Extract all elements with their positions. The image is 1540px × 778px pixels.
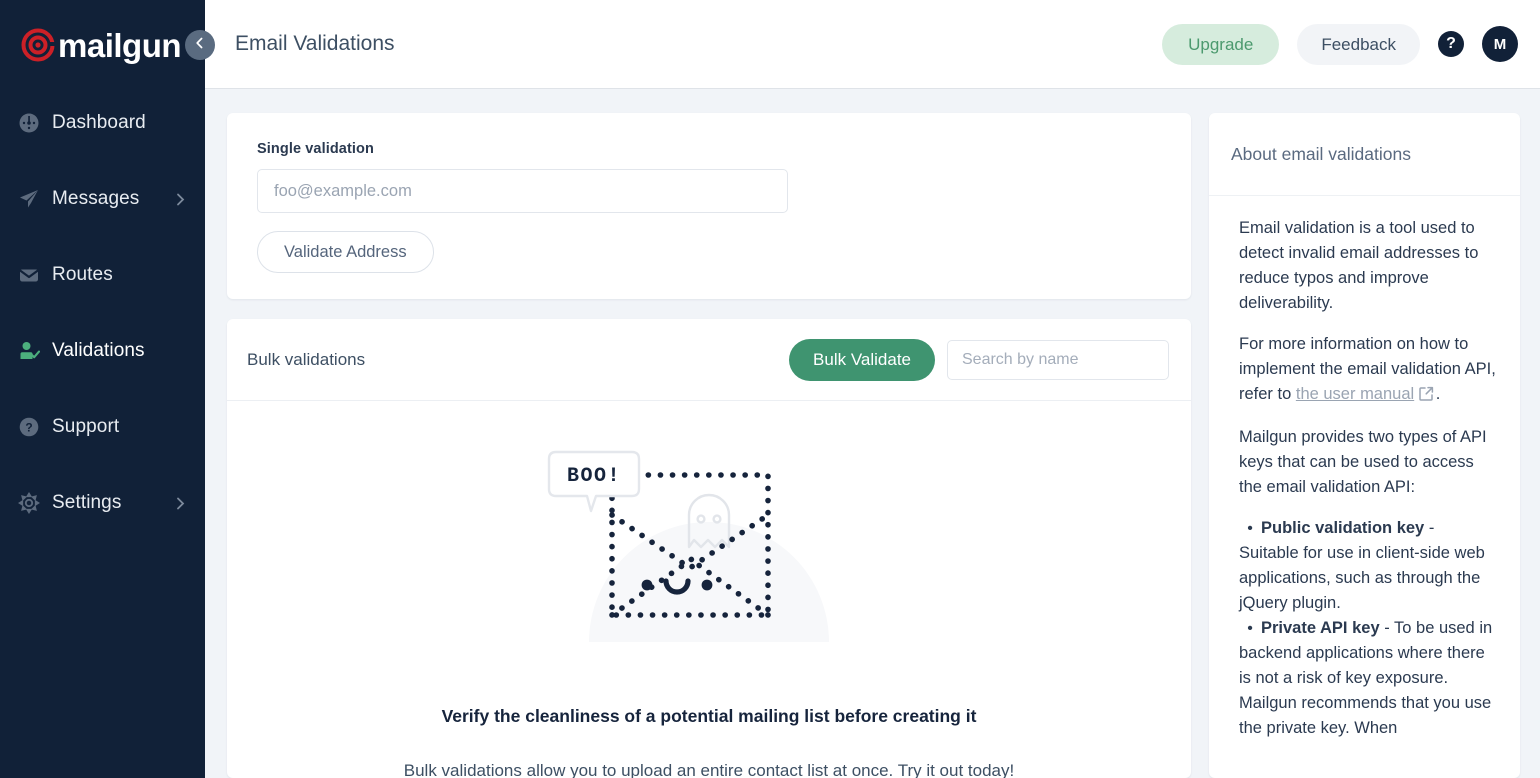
chevron-left-icon (194, 36, 206, 54)
about-paragraph-3: Mailgun provides two types of API keys t… (1239, 428, 1487, 496)
sidebar-item-validations[interactable]: Validations (0, 332, 205, 370)
about-panel-header: About email validations (1209, 113, 1520, 196)
help-icon[interactable]: ? (1438, 31, 1464, 57)
sidebar-item-label: Settings (52, 492, 122, 513)
bullet-icon: • (1247, 520, 1253, 537)
sidebar-item-label: Messages (52, 188, 140, 209)
chevron-right-icon (173, 496, 187, 510)
app-root: mailgun Dashboard Messages Routes Valida… (0, 0, 1540, 778)
upgrade-button[interactable]: Upgrade (1162, 23, 1280, 65)
bulk-validations-title: Bulk validations (247, 349, 366, 369)
search-input[interactable] (947, 339, 1169, 380)
right-column: About email validations Email validation… (1209, 113, 1520, 778)
about-panel: About email validations Email validation… (1209, 113, 1520, 778)
about-panel-body: Email validation is a tool used to detec… (1209, 196, 1520, 757)
single-validation-card: Single validation Validate Address (227, 113, 1191, 299)
gear-icon (18, 492, 40, 514)
sidebar-collapse-button[interactable] (185, 30, 215, 60)
empty-state-title: Verify the cleanliness of a potential ma… (441, 706, 977, 726)
dotted-envelope-with-ghost-icon: BOO! (544, 437, 874, 652)
bulk-validations-empty-state: BOO! Verify the cleanliness of a potenti… (227, 401, 1191, 778)
chevron-right-icon (173, 192, 187, 206)
bulk-validations-header: Bulk validations Bulk Validate (227, 319, 1191, 401)
sidebar-item-label: Support (52, 416, 120, 437)
sidebar-item-dashboard[interactable]: Dashboard (0, 104, 205, 142)
sidebar-item-routes[interactable]: Routes (0, 256, 205, 294)
sidebar-item-label: Validations (52, 340, 145, 361)
sidebar-nav: Dashboard Messages Routes Validations ? … (0, 90, 205, 522)
at-sign-icon (20, 27, 56, 63)
sidebar-item-label: Routes (52, 264, 113, 285)
content-region: Single validation Validate Address Bulk … (205, 89, 1540, 778)
brand-name: mailgun (58, 26, 182, 64)
single-validation-label: Single validation (257, 141, 374, 157)
main-area: Email Validations Upgrade Feedback ? M S… (205, 0, 1540, 778)
about-panel-title: About email validations (1231, 143, 1411, 164)
paper-plane-icon (18, 188, 40, 210)
brand-logo[interactable]: mailgun (0, 0, 205, 90)
speech-bubble-text: BOO! (567, 465, 621, 488)
about-paragraph-2: For more information on how to implement… (1239, 332, 1496, 409)
list-item: • Public validation key - Suitable for us… (1239, 516, 1496, 616)
top-bar-actions: Upgrade Feedback ? M (1162, 23, 1518, 65)
key-type-term: Public validation key (1261, 519, 1425, 537)
left-column: Single validation Validate Address Bulk … (227, 113, 1191, 778)
svg-text:?: ? (25, 421, 32, 435)
gauge-icon (18, 112, 40, 134)
validate-address-button[interactable]: Validate Address (257, 231, 434, 273)
avatar[interactable]: M (1482, 26, 1518, 62)
external-link-icon[interactable] (1419, 384, 1434, 409)
about-paragraph-2-post: . (1435, 385, 1441, 403)
bulk-validate-button[interactable]: Bulk Validate (789, 338, 935, 381)
empty-state-subtitle: Bulk validations allow you to upload an … (403, 761, 1015, 778)
question-circle-icon: ? (18, 416, 40, 438)
feedback-button[interactable]: Feedback (1297, 23, 1420, 65)
user-manual-link[interactable]: the user manual (1296, 385, 1414, 403)
bullet-icon: • (1247, 620, 1253, 637)
sidebar-item-settings[interactable]: Settings (0, 484, 205, 522)
sidebar-item-label: Dashboard (52, 112, 146, 133)
user-check-icon (18, 340, 40, 362)
about-key-types-list: • Public validation key - Suitable for us… (1239, 516, 1496, 691)
key-type-term: Private API key (1261, 619, 1380, 637)
sidebar-item-messages[interactable]: Messages (0, 180, 205, 218)
sidebar-item-support[interactable]: ? Support (0, 408, 205, 446)
bulk-validations-actions: Bulk Validate (789, 338, 1169, 381)
about-paragraph-1: Email validation is a tool used to detec… (1239, 219, 1479, 312)
list-item: • Private API key - To be used in backend… (1239, 616, 1496, 691)
bulk-validations-card: Bulk validations Bulk Validate Search by… (227, 319, 1191, 778)
about-paragraph-4: Mailgun recommends that you use the priv… (1239, 694, 1492, 737)
top-bar: Email Validations Upgrade Feedback ? M (205, 0, 1540, 89)
page-title: Email Validations (235, 32, 395, 55)
envelope-icon (18, 264, 40, 286)
sidebar: mailgun Dashboard Messages Routes Valida… (0, 0, 205, 778)
single-validation-email-input[interactable] (257, 169, 788, 213)
